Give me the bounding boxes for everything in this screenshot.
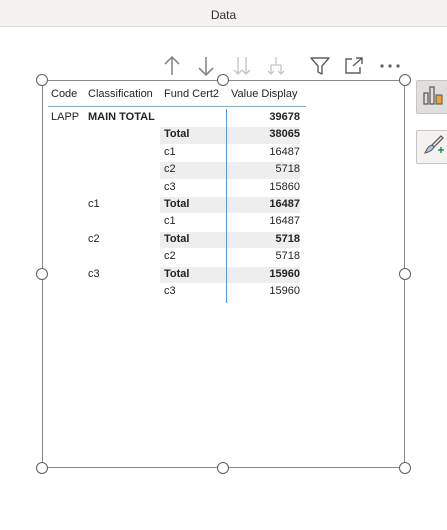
format-visual-button[interactable] [416,130,447,164]
build-visual-button[interactable] [416,80,447,114]
table-row: c2 5718 [48,161,306,179]
cell-classification: c2 [88,232,100,245]
filter-icon[interactable] [308,54,332,78]
resize-handle-bottom-left[interactable] [36,462,48,474]
arrow-down-icon[interactable] [194,54,218,78]
cell-fund: c1 [164,215,176,228]
cell-classification: c3 [88,267,100,280]
table-row: Total 38065 [48,126,306,144]
table-row: LAPP MAIN TOTAL 39678 [48,109,306,126]
expand-all-down-icon[interactable] [230,54,254,78]
arrow-up-icon[interactable] [160,54,184,78]
table-row: c1 16487 [48,144,306,161]
cell-value: 15960 [269,284,300,297]
cell-fund: c2 [164,250,176,263]
cell-value: 39678 [269,111,300,123]
resize-handle-left[interactable] [36,268,48,280]
cell-value: 5718 [275,163,300,176]
cell-classification: MAIN TOTAL [88,111,155,123]
cell-fund: Total [164,267,190,280]
table-row: c3 15960 [48,283,306,300]
matrix-header: Code Classification Fund Cert2 Value Dis… [48,83,306,107]
header-code[interactable]: Code [51,88,77,100]
cell-fund: c1 [164,145,176,158]
column-divider[interactable] [226,109,227,303]
cell-value: 38065 [269,128,300,141]
header-classification[interactable]: Classification [88,88,153,100]
table-row: c3 15860 [48,179,306,196]
cell-value: 15860 [269,180,300,193]
cell-code: LAPP [51,111,80,123]
cell-classification: c1 [88,197,100,210]
cell-fund: Total [164,197,190,210]
cell-value: 16487 [269,215,300,228]
cell-fund: c3 [164,180,176,193]
resize-handle-top[interactable] [217,74,229,86]
resize-handle-top-left[interactable] [36,74,48,86]
header-value-display[interactable]: Value Display [231,88,297,100]
table-row: c2 5718 [48,248,306,265]
cell-fund: Total [164,232,190,245]
cell-fund: c3 [164,284,176,297]
more-options-icon[interactable] [378,54,402,78]
build-visual-icon [421,83,445,112]
cell-value: 15960 [269,267,300,280]
cell-value: 16487 [269,197,300,210]
header-fund-cert2[interactable]: Fund Cert2 [164,88,219,100]
table-row: c2 Total 5718 [48,231,306,249]
table-row: c1 Total 16487 [48,196,306,214]
top-bar: Data [0,0,447,27]
cell-value: 5718 [275,232,300,245]
cell-value: 16487 [269,145,300,158]
table-row: c1 16487 [48,213,306,230]
matrix-table: Code Classification Fund Cert2 Value Dis… [48,83,306,300]
resize-handle-right[interactable] [399,268,411,280]
cell-fund: c2 [164,163,176,176]
drill-down-icon[interactable] [264,54,288,78]
format-visual-icon [421,133,445,162]
cell-value: 5718 [275,250,300,263]
cell-fund: Total [164,128,190,141]
resize-handle-top-right[interactable] [399,74,411,86]
resize-handle-bottom[interactable] [217,462,229,474]
focus-mode-icon[interactable] [342,54,366,78]
table-row: c3 Total 15960 [48,266,306,283]
page-title: Data [210,8,237,22]
resize-handle-bottom-right[interactable] [399,462,411,474]
